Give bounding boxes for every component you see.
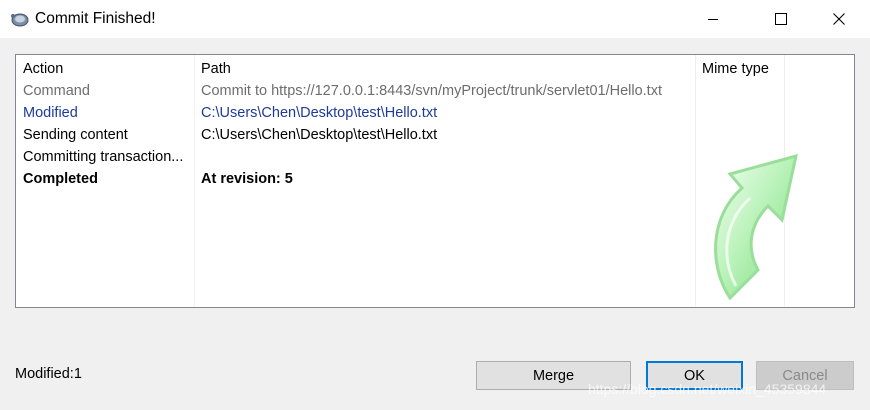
column-header-mime-type[interactable]: Mime type <box>702 61 769 77</box>
watermark-text: https://blog.csdn.net/weixin_45359844 <box>588 381 827 397</box>
column-divider <box>194 55 195 307</box>
column-header-action[interactable]: Action <box>23 61 63 77</box>
status-modified-count: Modified:1 <box>15 366 82 382</box>
window-title: Commit Finished! <box>35 10 156 27</box>
row-path: Commit to https://127.0.0.1:8443/svn/myP… <box>201 83 662 99</box>
minimize-icon <box>708 19 718 20</box>
title-bar: Commit Finished! <box>0 0 870 38</box>
row-action: Completed <box>23 171 98 187</box>
column-header-path[interactable]: Path <box>201 61 231 77</box>
close-button[interactable] <box>816 0 862 38</box>
minimize-button[interactable] <box>690 0 736 38</box>
close-icon <box>833 13 845 25</box>
row-path: C:\Users\Chen\Desktop\test\Hello.txt <box>201 127 438 143</box>
column-divider <box>695 55 696 307</box>
row-action: Command <box>23 83 90 99</box>
row-action: Committing transaction... <box>23 149 184 165</box>
row-action: Modified <box>23 105 78 121</box>
row-action: Sending content <box>23 127 128 143</box>
commit-finished-dialog: Commit Finished! Action Path Mime type C… <box>0 0 870 410</box>
row-path: C:\Users\Chen\Desktop\test\Hello.txt <box>201 105 438 121</box>
maximize-button[interactable] <box>758 0 804 38</box>
row-path: At revision: 5 <box>201 171 293 187</box>
maximize-icon <box>775 13 787 25</box>
tortoisesvn-app-icon <box>11 13 29 27</box>
commit-arrow-icon <box>714 153 798 301</box>
